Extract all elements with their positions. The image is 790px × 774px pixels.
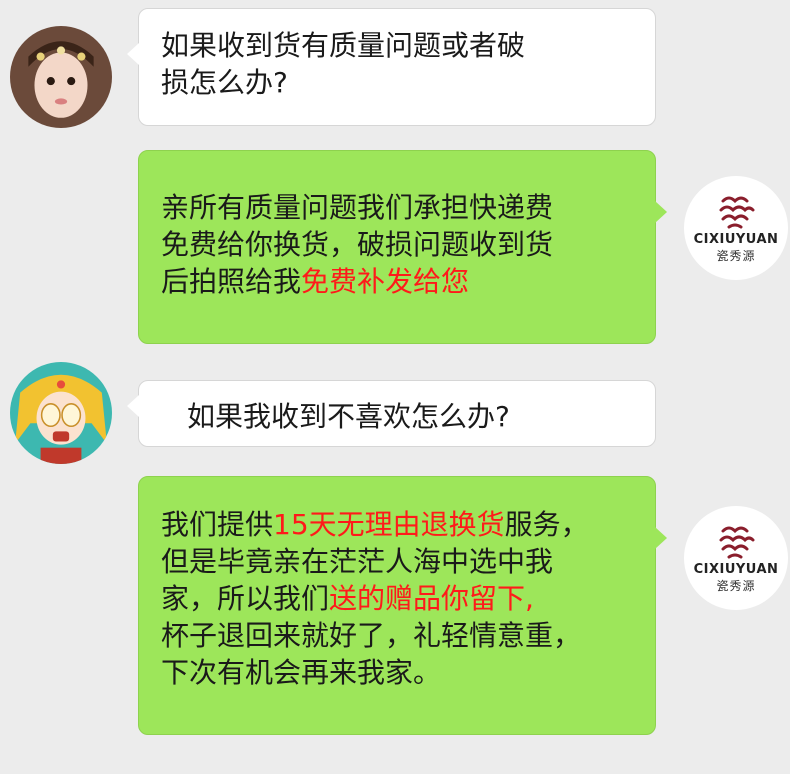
bubble-tail bbox=[127, 43, 139, 65]
message-text: 我们提供 bbox=[161, 508, 274, 541]
message-bubble-4[interactable]: 我们提供15天无理由退换货服务， 但是毕竟亲在茫茫人海中选中我 家，所以我们送的… bbox=[138, 476, 667, 735]
highlight-text: 送的赠品你留下, bbox=[329, 582, 534, 615]
message-line: 亲所有质量问题我们承担快递费 bbox=[161, 191, 554, 224]
girl-avatar[interactable] bbox=[10, 26, 112, 128]
brand-logo-avatar[interactable]: CIXIUYUAN 瓷秀源 bbox=[684, 176, 788, 280]
brand-logo-icon bbox=[719, 526, 755, 558]
message-line: 如果我收到不喜欢怎么办? bbox=[187, 400, 510, 433]
brand-name: CIXIUYUAN bbox=[693, 561, 779, 577]
highlight-text: 15天无理由退换货 bbox=[273, 508, 505, 541]
brand-name-cn: 瓷秀源 bbox=[716, 578, 756, 593]
message-bubble-1[interactable]: 如果收到货有质量问题或者破 损怎么办? bbox=[127, 8, 656, 126]
message-line: 家，所以我们送的赠品你留下, bbox=[161, 580, 655, 617]
message-line: 如果收到货有质量问题或者破 bbox=[161, 29, 526, 62]
brand-name-cn: 瓷秀源 bbox=[716, 248, 756, 263]
message-line: 下次有机会再来我家。 bbox=[161, 656, 442, 689]
message-text: 家，所以我们 bbox=[161, 582, 330, 615]
brand-name: CIXIUYUAN bbox=[693, 231, 779, 247]
message-line: 但是毕竟亲在茫茫人海中选中我 bbox=[161, 545, 554, 578]
message-line: 损怎么办? bbox=[161, 66, 288, 99]
message-line: 我们提供15天无理由退换货服务， bbox=[161, 506, 655, 543]
message-text: 后拍照给我 bbox=[161, 265, 302, 298]
cartoon-avatar[interactable] bbox=[10, 362, 112, 464]
message-line: 免费给你换货，破损问题收到货 bbox=[161, 228, 554, 261]
message-bubble-3[interactable]: 如果我收到不喜欢怎么办? bbox=[127, 380, 656, 447]
highlight-text: 免费补发给您 bbox=[301, 265, 470, 298]
brand-logo-icon bbox=[719, 196, 755, 228]
bubble-tail bbox=[127, 395, 139, 417]
brand-logo-avatar[interactable]: CIXIUYUAN 瓷秀源 bbox=[684, 506, 788, 610]
message-bubble-2[interactable]: 亲所有质量问题我们承担快递费 免费给你换货，破损问题收到货 后拍照给我免费补发给… bbox=[138, 150, 667, 344]
bubble-tail bbox=[655, 201, 667, 223]
bubble-tail bbox=[655, 527, 667, 549]
message-line: 杯子退回来就好了，礼轻情意重， bbox=[161, 619, 582, 652]
message-text: 服务， bbox=[504, 508, 589, 541]
message-line: 后拍照给我免费补发给您 bbox=[161, 263, 655, 300]
